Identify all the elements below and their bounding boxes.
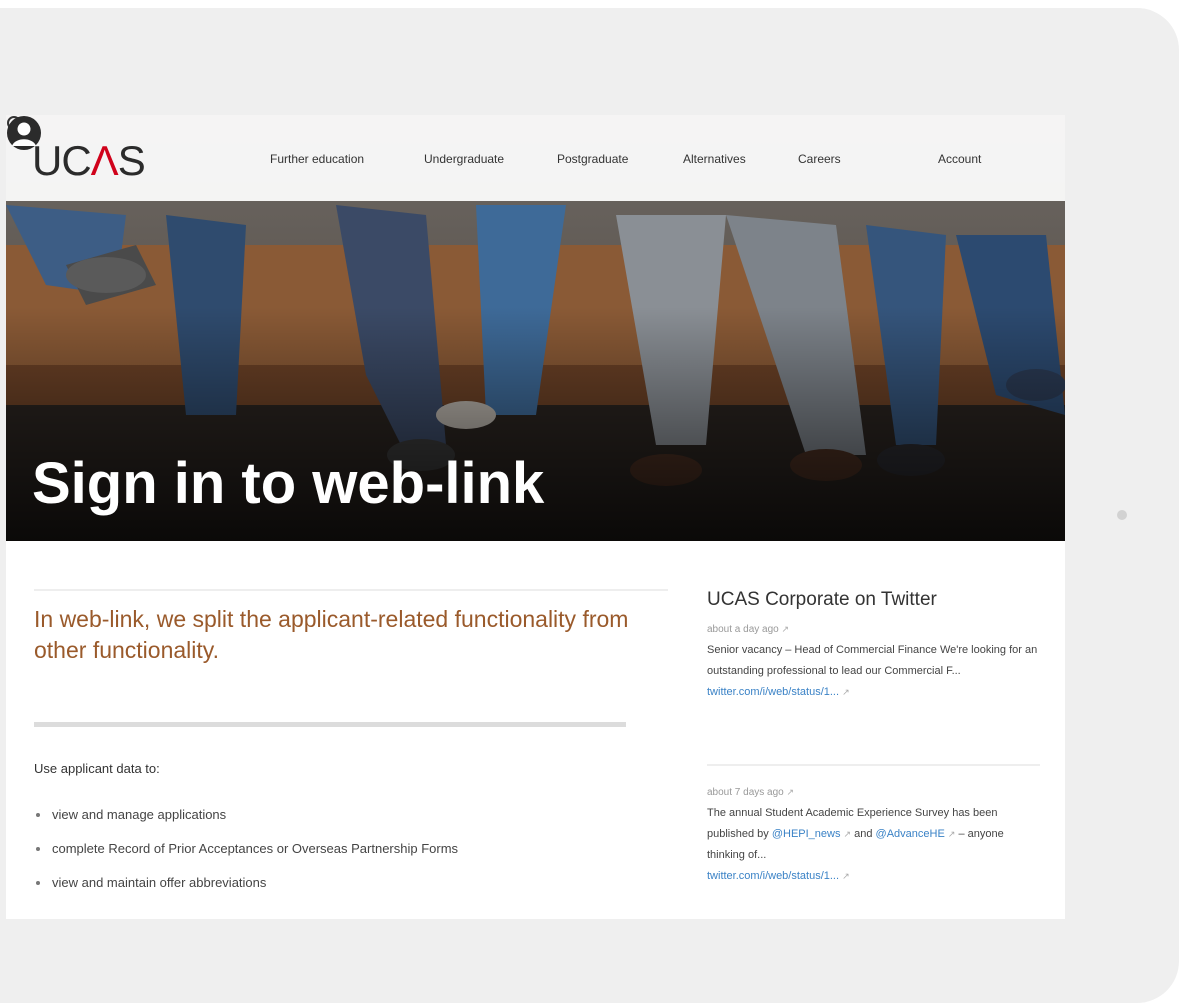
applicant-data-list: view and manage applications complete Re… — [34, 807, 458, 909]
tweet-link[interactable]: twitter.com/i/web/status/1... — [707, 870, 839, 882]
nav-further-education[interactable]: Further education — [270, 152, 364, 166]
divider — [34, 589, 668, 591]
tweet-time[interactable]: about a day ago — [707, 624, 779, 635]
tweet-divider — [707, 764, 1040, 766]
tweet: about a day ago ↗ Senior vacancy – Head … — [707, 619, 1042, 703]
hero-banner: UCΛS Further education Undergraduate Pos… — [6, 115, 1065, 541]
tweet-text: The annual Student Academic Experience S… — [707, 807, 1004, 861]
browser-screen: UCΛS Further education Undergraduate Pos… — [6, 115, 1065, 919]
nav-postgraduate[interactable]: Postgraduate — [557, 152, 628, 166]
account-label[interactable]: Account — [938, 152, 981, 166]
intro-text: In web-link, we split the applicant-rela… — [34, 606, 629, 663]
external-link-icon: ↗ — [781, 624, 790, 634]
top-navigation: UCΛS Further education Undergraduate Pos… — [6, 115, 1065, 201]
external-link-icon: ↗ — [843, 829, 852, 839]
list-item: complete Record of Prior Acceptances or … — [34, 841, 458, 875]
external-link-icon: ↗ — [842, 871, 850, 881]
list-item: view and manage applications — [34, 807, 458, 841]
tweet: about 7 days ago ↗ The annual Student Ac… — [707, 782, 1042, 887]
nav-undergraduate[interactable]: Undergraduate — [424, 152, 504, 166]
ucas-logo[interactable]: UCΛS — [32, 137, 146, 185]
tweet-text: Senior vacancy – Head of Commercial Fina… — [707, 644, 1038, 677]
nav-alternatives[interactable]: Alternatives — [683, 152, 746, 166]
tweet-time[interactable]: about 7 days ago — [707, 787, 784, 798]
page-title: Sign in to web-link — [32, 451, 545, 516]
twitter-feed-title: UCAS Corporate on Twitter — [707, 589, 937, 610]
tablet-frame: UCΛS Further education Undergraduate Pos… — [0, 8, 1179, 1003]
account-avatar-icon[interactable] — [6, 115, 42, 151]
section-divider — [34, 722, 626, 727]
nav-careers[interactable]: Careers — [798, 152, 841, 166]
list-item: view and maintain offer abbreviations — [34, 875, 458, 909]
mention-link[interactable]: @HEPI_news — [772, 828, 841, 840]
mention-link[interactable]: @AdvanceHE — [876, 828, 945, 840]
tweet-link[interactable]: twitter.com/i/web/status/1... — [707, 686, 839, 698]
external-link-icon: ↗ — [842, 687, 850, 697]
external-link-icon: ↗ — [786, 787, 795, 797]
use-applicant-data-label: Use applicant data to: — [34, 761, 160, 776]
tablet-home-dot — [1117, 510, 1127, 520]
